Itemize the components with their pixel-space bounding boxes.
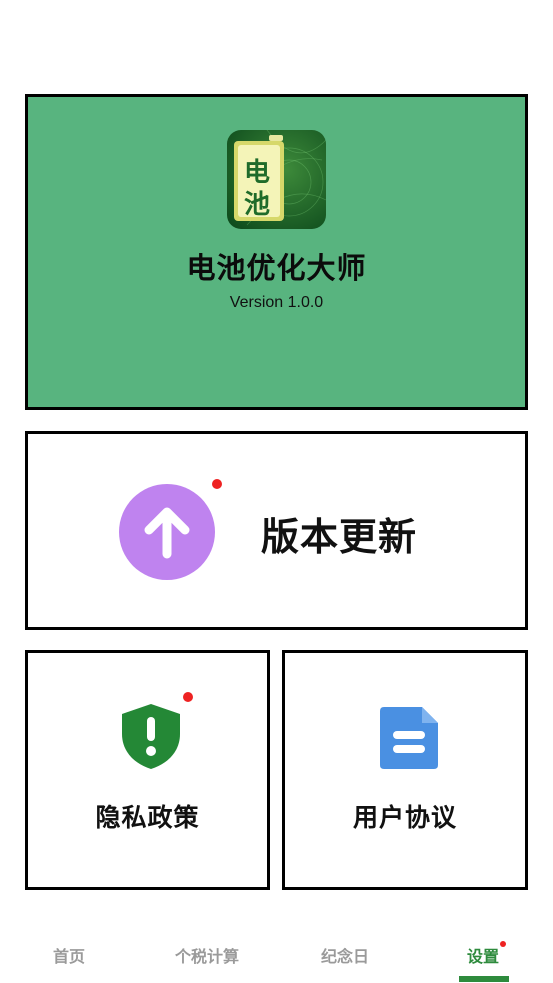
app-name: 电池优化大师	[186, 251, 367, 285]
battery-app-icon: 电 池	[227, 130, 326, 229]
update-badge-dot	[212, 479, 222, 489]
privacy-policy-label: 隐私政策	[95, 803, 200, 832]
app-info-card: 电 池 电池优化大师 Version 1.0.0	[25, 94, 528, 410]
nav-label-anniversary: 纪念日	[320, 947, 369, 966]
privacy-badge-dot	[183, 692, 193, 702]
shield-alert-icon	[116, 701, 186, 771]
privacy-policy-button[interactable]: 隐私政策	[25, 650, 270, 890]
document-icon	[374, 701, 444, 771]
nav-item-anniversary[interactable]: 纪念日	[295, 920, 395, 983]
nav-label-settings: 设置	[466, 947, 499, 966]
icon-text-bottom: 池	[244, 190, 271, 220]
version-update-button[interactable]: 版本更新	[25, 431, 528, 630]
settings-badge-dot	[500, 941, 506, 947]
user-agreement-label: 用户协议	[352, 803, 457, 832]
nav-item-home[interactable]: 首页	[19, 920, 119, 983]
nav-item-settings[interactable]: 设置	[433, 920, 533, 983]
version-update-label: 版本更新	[261, 515, 418, 559]
nav-label-tax-calculator: 个税计算	[174, 947, 239, 966]
bottom-nav: 首页 个税计算 纪念日 设置	[0, 920, 553, 983]
nav-item-tax-calculator[interactable]: 个税计算	[157, 920, 257, 983]
user-agreement-button[interactable]: 用户协议	[282, 650, 528, 890]
active-tab-indicator	[459, 976, 509, 982]
app-version: Version 1.0.0	[229, 294, 324, 311]
nav-label-home: 首页	[52, 947, 85, 966]
arrow-up-icon	[117, 482, 217, 582]
